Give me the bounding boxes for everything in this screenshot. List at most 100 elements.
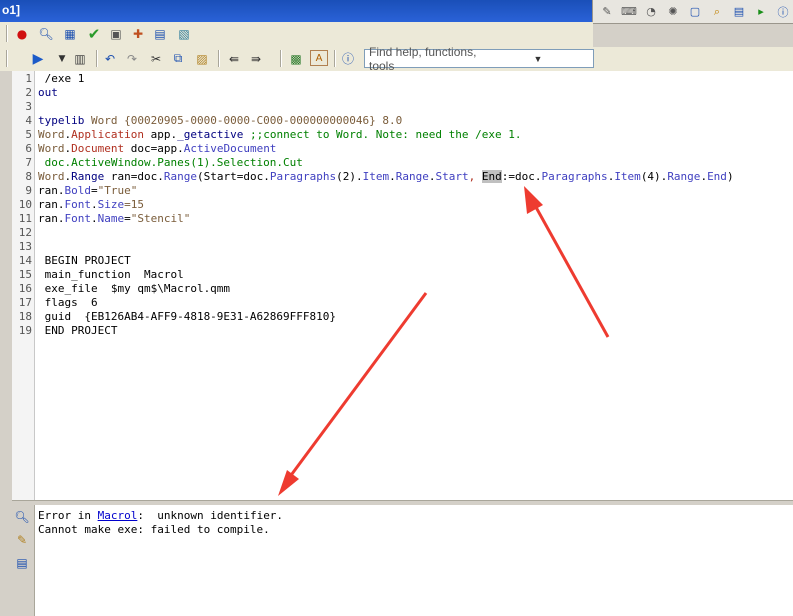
record-icon[interactable]: ●	[14, 26, 30, 42]
line-number: 4	[25, 114, 32, 127]
help-icon[interactable]: ⓘ	[340, 50, 356, 67]
undo-icon[interactable]: ↶	[102, 50, 118, 67]
line-number: 3	[25, 100, 32, 113]
check-icon[interactable]: ✔	[86, 25, 102, 43]
code-line: exe_file $my qm$\Macrol.qmm	[38, 282, 230, 296]
code-token: ran.	[38, 198, 65, 211]
output-toolbar: 🔍︎ ✎ ▤	[12, 505, 34, 616]
toolbar-secondary: ▶ ▼ ▥ ↶ ↷ ✂ ⧉ ▨ ⇚ ⇛ ▩ A ⓘ Find help, fun…	[0, 45, 793, 73]
output-panel: Error in Macrol: unknown identifier. Can…	[34, 505, 793, 616]
code-token: Paragraphs	[269, 170, 337, 183]
spinner-icon[interactable]: ✺	[663, 3, 683, 21]
code-line: Word.Range ran=doc.Range(Start=doc.Parag…	[38, 170, 734, 184]
code-token: Word	[38, 128, 65, 141]
code-token: Item	[362, 170, 390, 183]
code-token: out	[38, 86, 58, 99]
edit-note-icon[interactable]: ✎	[14, 532, 30, 548]
grid-icon[interactable]: ▥	[72, 50, 88, 67]
code-line: BEGIN PROJECT	[38, 254, 131, 268]
clipboard-icon[interactable]: ▧	[176, 26, 192, 42]
window-title: o1]	[2, 3, 20, 17]
line-number: 10	[18, 198, 32, 211]
line-number: 1	[25, 72, 32, 85]
toolbar-separator	[6, 25, 8, 42]
find-icon[interactable]: 🔍︎	[38, 26, 54, 42]
code-token: Range	[163, 170, 197, 183]
run-step-icon[interactable]: ▸	[751, 3, 771, 21]
code-token: Document	[71, 142, 125, 155]
line-number: 19	[18, 324, 32, 337]
code-editor[interactable]: 1 2 3 4 5 6 7 8 9 10 11 12 13 14 15 16 17 18 19 /exe 1 out t…	[12, 71, 793, 500]
code-token: Range	[395, 170, 429, 183]
code-token: main_function Macrol	[38, 268, 184, 281]
code-token: ,	[468, 170, 482, 183]
code-token: Paragraphs	[541, 170, 608, 183]
output-line-compile: Cannot make exe: failed to compile.	[38, 523, 270, 536]
code-token: Font	[64, 198, 92, 211]
calculator-icon[interactable]: ▦	[62, 26, 78, 42]
chevron-down-icon[interactable]: ▼	[479, 50, 593, 67]
macro-link[interactable]: Macrol	[98, 509, 138, 522]
code-token: Word	[38, 142, 65, 155]
line-number: 12	[18, 226, 32, 239]
code-token: .	[389, 170, 396, 183]
paste-icon[interactable]: ▨	[194, 50, 210, 67]
output-error-suffix: : unknown identifier.	[137, 509, 284, 522]
line-number: 6	[25, 142, 32, 155]
code-token: Application	[71, 128, 144, 141]
output-error-prefix: Error in	[38, 509, 98, 522]
pen-ruler-icon[interactable]: ✎	[597, 3, 617, 21]
code-token: Font	[64, 212, 92, 225]
code-line: out	[38, 86, 58, 100]
code-token: Item	[614, 170, 641, 183]
code-token: ;;connect to Word. Note: need the /exe 1…	[243, 128, 522, 141]
floating-toolbar: ✎ ⌨ ◔ ✺ ▢ ⌕ ▤ ▸ ⓘ	[592, 0, 793, 24]
code-token: Range	[71, 170, 105, 183]
line-number: 8	[25, 170, 32, 183]
puzzle-icon[interactable]: ✚	[130, 26, 146, 42]
keyboard-icon[interactable]: ⌨	[619, 3, 639, 21]
line-number: 18	[18, 310, 32, 323]
code-line: Word.Document doc=app.ActiveDocument	[38, 142, 276, 156]
code-token: BEGIN PROJECT	[38, 254, 131, 267]
toolbar-separator	[96, 50, 98, 67]
line-number-gutter: 1 2 3 4 5 6 7 8 9 10 11 12 13 14 15 16 17 18 19	[12, 71, 35, 500]
mouse-icon[interactable]: ◔	[641, 3, 661, 21]
line-number: 15	[18, 268, 32, 281]
forward-icon[interactable]: ⇛	[248, 50, 264, 67]
back-icon[interactable]: ⇚	[226, 50, 242, 67]
run-icon[interactable]: ▶	[30, 50, 46, 67]
code-token: Word	[38, 170, 65, 183]
code-token: typelib	[38, 114, 85, 127]
code-token: End	[707, 170, 727, 183]
code-token: ran=doc.	[104, 170, 164, 183]
code-line: typelib Word {00020905-0000-0000-C000-00…	[38, 114, 402, 128]
code-token: (2).	[336, 170, 363, 183]
form-icon[interactable]: ▤	[729, 3, 749, 21]
line-number: 13	[18, 240, 32, 253]
toggle-icon[interactable]: ▩	[288, 50, 304, 67]
info-icon[interactable]: ⓘ	[773, 3, 793, 21]
cut-icon[interactable]: ✂	[148, 50, 164, 67]
find-icon[interactable]: 🔍︎	[14, 509, 30, 525]
copy-icon[interactable]: ⧉	[170, 50, 186, 67]
code-line: END PROJECT	[38, 324, 118, 338]
dropdown-arrow-icon[interactable]: ▼	[54, 50, 70, 67]
exe-icon[interactable]: ▣	[108, 26, 124, 42]
text-icon[interactable]: A	[310, 50, 328, 66]
code-token: END PROJECT	[38, 324, 118, 337]
form-icon[interactable]: ▤	[152, 26, 168, 42]
window-icon[interactable]: ▢	[685, 3, 705, 21]
redo-icon[interactable]: ↷	[124, 50, 140, 67]
list-help-icon[interactable]: ▤	[14, 555, 30, 571]
code-token: {00020905-0000-0000-C000-000000000046} 8…	[124, 114, 403, 127]
search-input[interactable]: Find help, functions, tools ▼	[364, 45, 594, 73]
line-number: 17	[18, 296, 32, 309]
code-token: (4).	[640, 170, 668, 183]
line-number: 14	[18, 254, 32, 267]
code-line: doc.ActiveWindow.Panes(1).Selection.Cut	[38, 156, 303, 170]
line-number: 16	[18, 282, 32, 295]
search-window-icon[interactable]: ⌕	[707, 3, 727, 21]
code-token: guid {EB126AB4-AFF9-4818-9E31-A62869FFF8…	[38, 310, 337, 323]
code-token: (Start=doc.	[196, 170, 270, 183]
